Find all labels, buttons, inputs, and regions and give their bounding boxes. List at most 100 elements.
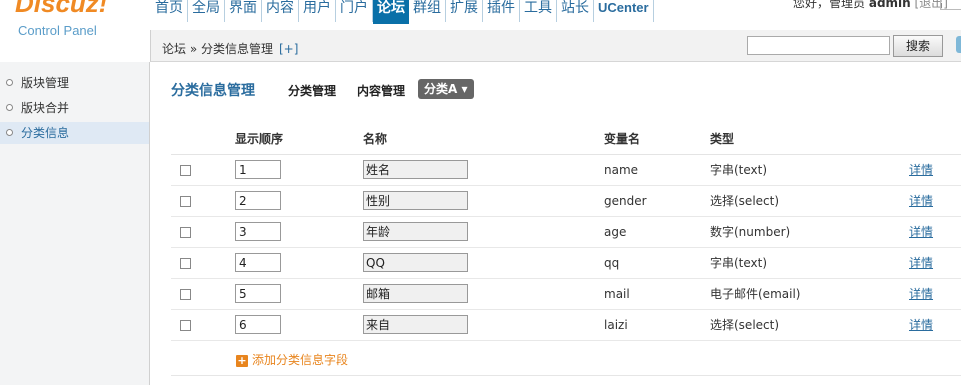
col-order-header: 显示顺序 (235, 123, 363, 155)
type-cell: 数字(number) (710, 216, 909, 248)
bullet-icon (6, 129, 13, 136)
breadcrumb: 论坛 » 分类信息管理 [+] (162, 40, 298, 57)
tab-content-manage[interactable]: 内容管理 (357, 82, 405, 99)
user-info: 您好，管理员 admin [退出] (793, 0, 948, 11)
nav-item[interactable]: 论坛 (373, 0, 409, 24)
order-input[interactable] (235, 191, 281, 210)
name-cell (363, 185, 604, 217)
type-cell: 字串(text) (710, 247, 909, 279)
nav-item[interactable]: 插件 (483, 0, 520, 22)
detail-link[interactable]: 详情 (909, 194, 933, 208)
order-input[interactable] (235, 315, 281, 334)
table-row: name字串(text)详情 (171, 154, 961, 186)
var-cell: age (604, 216, 710, 248)
logo[interactable]: Discuz! Control Panel (12, 0, 147, 50)
detail-link[interactable]: 详情 (909, 225, 933, 239)
nav-item[interactable]: 内容 (262, 0, 299, 22)
row-checkbox[interactable] (180, 257, 191, 269)
tab-bar: 分类信息管理 分类管理 内容管理 分类A ▾ (151, 77, 961, 101)
name-input[interactable] (363, 253, 468, 272)
order-cell (235, 185, 363, 217)
logo-subtitle: Control Panel (18, 23, 97, 38)
add-shortcut-link[interactable]: [+] (279, 42, 298, 56)
row-checkbox[interactable] (180, 319, 191, 331)
sidebar-item[interactable]: 版块管理 (0, 72, 149, 94)
col-action-header (909, 123, 961, 155)
user-greeting: 您好，管理员 (793, 0, 866, 10)
action-cell: 详情 (909, 247, 961, 279)
add-field-label: 添加分类信息字段 (252, 353, 349, 367)
sidebar-item[interactable]: 版块合并 (0, 97, 149, 119)
order-input[interactable] (235, 253, 281, 272)
search-button[interactable]: 搜索 (893, 35, 943, 57)
search-input[interactable] (747, 36, 890, 55)
table-row: mail电子邮件(email)详情 (171, 278, 961, 310)
table-row: gender选择(select)详情 (171, 185, 961, 217)
col-type-header: 类型 (710, 123, 909, 155)
nav-item[interactable]: 门户 (336, 0, 373, 22)
breadcrumb-path[interactable]: 论坛 » 分类信息管理 (162, 42, 273, 56)
top-right-box[interactable] (940, 0, 961, 10)
fields-table: 显示顺序 名称 变量名 类型 name字串(text)详情gender选择(se… (171, 123, 961, 341)
detail-link[interactable]: 详情 (909, 318, 933, 332)
row-checkbox[interactable] (180, 288, 191, 300)
name-input[interactable] (363, 191, 468, 210)
col-check-header (171, 123, 235, 155)
type-cell: 选择(select) (710, 185, 909, 217)
user-name: admin (868, 0, 911, 10)
add-field-link[interactable]: + 添加分类信息字段 (236, 351, 348, 368)
toolbar-edge-button[interactable] (956, 36, 961, 53)
nav-item[interactable]: 首页 (151, 0, 188, 22)
row-checkbox[interactable] (180, 226, 191, 238)
action-cell: 详情 (909, 154, 961, 186)
row-checkbox[interactable] (180, 164, 191, 176)
order-cell (235, 247, 363, 279)
nav-item[interactable]: UCenter (594, 0, 654, 22)
bullet-icon (6, 79, 13, 86)
nav-item[interactable]: 扩展 (446, 0, 483, 22)
sidebar-item[interactable]: 分类信息 (0, 122, 149, 144)
action-cell: 详情 (909, 278, 961, 310)
category-dropdown[interactable]: 分类A ▾ (418, 79, 474, 99)
detail-link[interactable]: 详情 (909, 287, 933, 301)
order-cell (235, 216, 363, 248)
action-cell: 详情 (909, 216, 961, 248)
main-content: 分类信息管理 分类管理 内容管理 分类A ▾ 显示顺序 名称 变量名 类型 na… (151, 63, 961, 385)
order-input[interactable] (235, 284, 281, 303)
order-input[interactable] (235, 222, 281, 241)
sidebar-item-label: 版块管理 (21, 76, 70, 90)
row-check-cell (171, 216, 235, 248)
page-title: 分类信息管理 (171, 83, 255, 99)
nav-item[interactable]: 站长 (557, 0, 594, 22)
order-input[interactable] (235, 160, 281, 179)
row-check-cell (171, 278, 235, 310)
table-row: age数字(number)详情 (171, 216, 961, 248)
sidebar: 版块管理版块合并分类信息 (0, 62, 150, 385)
type-cell: 字串(text) (710, 154, 909, 186)
nav-item[interactable]: 全局 (188, 0, 225, 22)
detail-link[interactable]: 详情 (909, 256, 933, 270)
table-row: laizi选择(select)详情 (171, 309, 961, 341)
name-cell (363, 247, 604, 279)
table-row: qq字串(text)详情 (171, 247, 961, 279)
detail-link[interactable]: 详情 (909, 163, 933, 177)
var-cell: qq (604, 247, 710, 279)
divider (171, 375, 961, 376)
name-input[interactable] (363, 160, 468, 179)
var-cell: gender (604, 185, 710, 217)
col-var-header: 变量名 (604, 123, 710, 155)
sidebar-item-label: 版块合并 (21, 101, 70, 115)
tab-category-manage[interactable]: 分类管理 (288, 82, 336, 99)
name-input[interactable] (363, 284, 468, 303)
var-cell: laizi (604, 309, 710, 341)
name-input[interactable] (363, 222, 468, 241)
nav-item[interactable]: 用户 (299, 0, 336, 22)
nav-item[interactable]: 工具 (520, 0, 557, 22)
row-checkbox[interactable] (180, 195, 191, 207)
name-input[interactable] (363, 315, 468, 334)
table-header-row: 显示顺序 名称 变量名 类型 (171, 123, 961, 155)
row-check-cell (171, 309, 235, 341)
type-cell: 选择(select) (710, 309, 909, 341)
nav-item[interactable]: 界面 (225, 0, 262, 22)
nav-item[interactable]: 群组 (409, 0, 446, 22)
